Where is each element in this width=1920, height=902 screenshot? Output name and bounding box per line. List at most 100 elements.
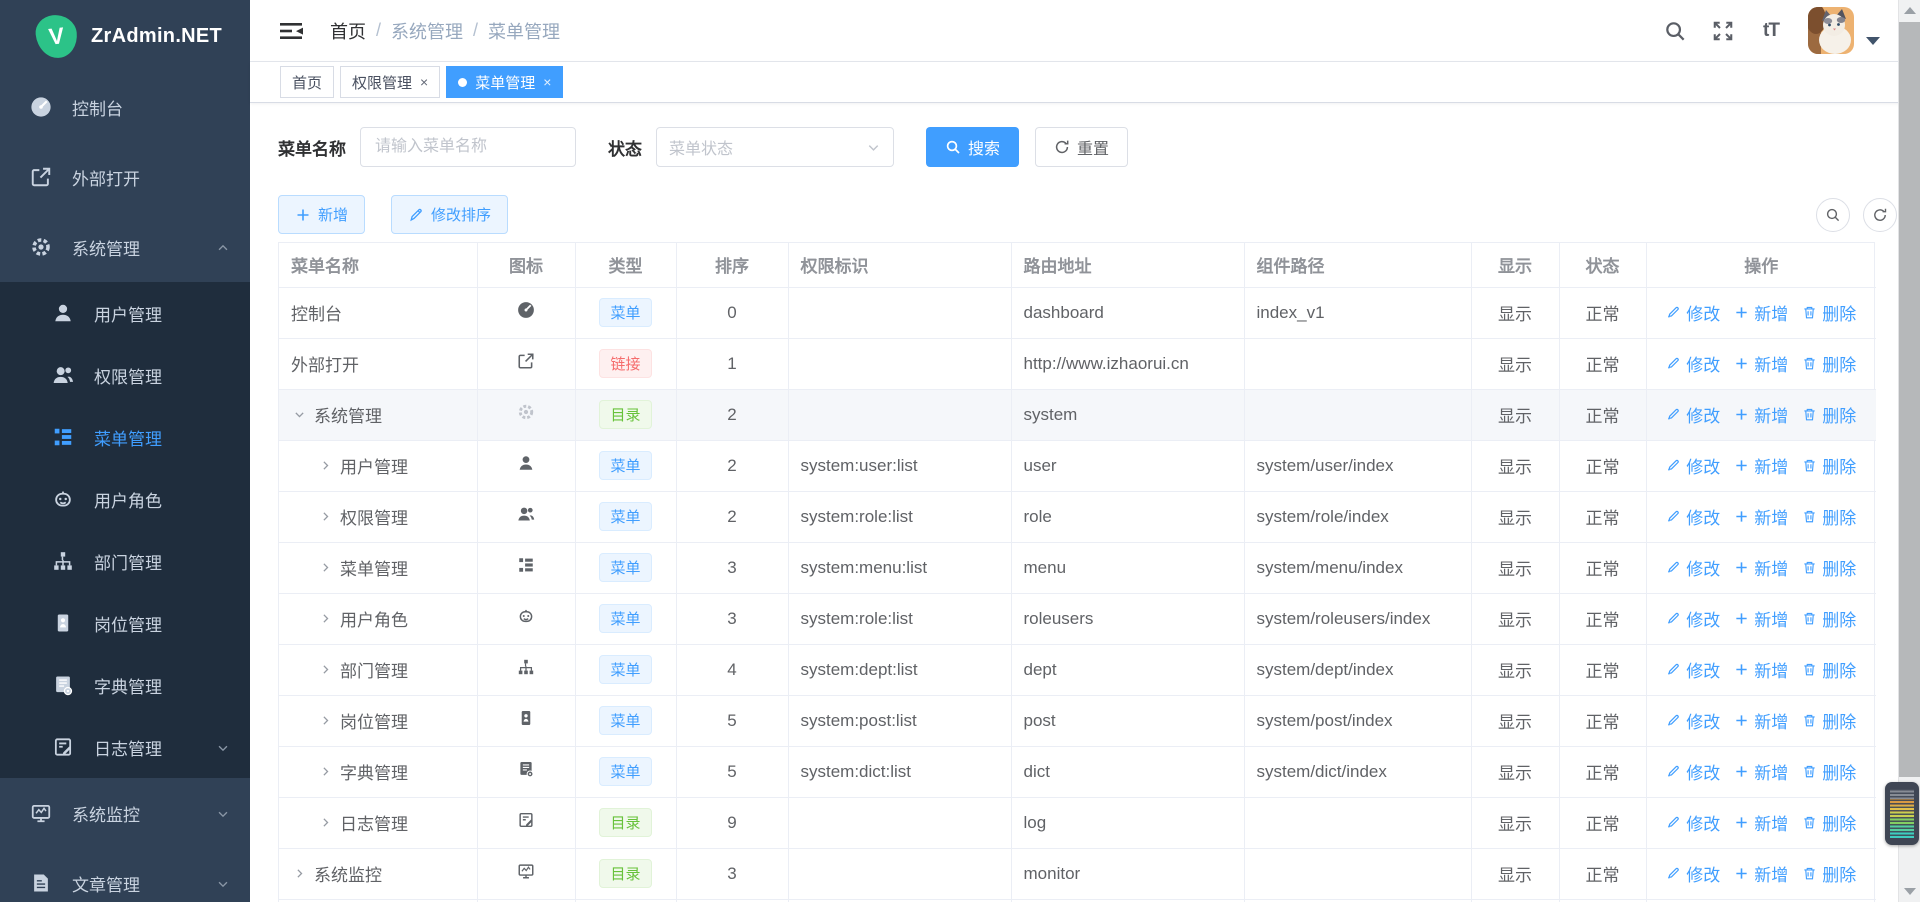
delete-link[interactable]: 删除: [1802, 300, 1856, 325]
scroll-down-arrow-icon[interactable]: [1899, 888, 1920, 895]
pencil-icon: [1666, 764, 1681, 779]
edit-link[interactable]: 修改: [1666, 555, 1720, 580]
scroll-up-arrow-icon[interactable]: [1899, 7, 1920, 14]
add-link[interactable]: 新增: [1734, 861, 1788, 886]
menu-type-cell: 目录: [575, 848, 676, 899]
fullscreen-icon[interactable]: [1712, 20, 1734, 42]
refresh-table-button[interactable]: [1863, 198, 1897, 232]
delete-link[interactable]: 删除: [1802, 453, 1856, 478]
chevron-down-icon: [291, 406, 308, 423]
search-button[interactable]: 搜索: [926, 127, 1019, 167]
type-tag: 菜单: [599, 655, 651, 684]
edit-link[interactable]: 修改: [1666, 402, 1720, 427]
edit-link[interactable]: 修改: [1666, 861, 1720, 886]
badge-icon: [52, 612, 74, 634]
sidebar-item-user[interactable]: 用户管理: [0, 282, 250, 344]
menu-name-label: 菜单名称: [278, 135, 346, 160]
sidebar-item-dashboard[interactable]: 控制台: [0, 72, 250, 142]
scrollbar-thumb[interactable]: [1899, 22, 1920, 777]
edit-link[interactable]: 修改: [1666, 453, 1720, 478]
add-link[interactable]: 新增: [1734, 351, 1788, 376]
plus-icon: [1734, 458, 1749, 473]
edit-link[interactable]: 修改: [1666, 708, 1720, 733]
sort-cell: 1: [676, 338, 788, 389]
scrollbar-marker: [1885, 782, 1919, 845]
close-icon[interactable]: ×: [420, 75, 428, 89]
sidebar-item-article[interactable]: 文章管理: [0, 848, 250, 902]
sidebar-collapse-button[interactable]: [280, 21, 304, 41]
user-menu[interactable]: [1808, 7, 1880, 54]
browser-scrollbar[interactable]: [1898, 0, 1920, 902]
delete-link[interactable]: 删除: [1802, 555, 1856, 580]
toggle-search-button[interactable]: [1816, 198, 1850, 232]
trash-icon: [1802, 713, 1817, 728]
delete-link[interactable]: 删除: [1802, 657, 1856, 682]
delete-link[interactable]: 删除: [1802, 759, 1856, 784]
trash-icon: [1802, 407, 1817, 422]
add-link[interactable]: 新增: [1734, 657, 1788, 682]
add-link[interactable]: 新增: [1734, 759, 1788, 784]
delete-link[interactable]: 删除: [1802, 504, 1856, 529]
delete-link[interactable]: 删除: [1802, 861, 1856, 886]
add-link[interactable]: 新增: [1734, 504, 1788, 529]
edit-link[interactable]: 修改: [1666, 759, 1720, 784]
avatar[interactable]: [1808, 7, 1854, 54]
route-cell: role: [1011, 491, 1244, 542]
sidebar-item-gear[interactable]: 系统管理: [0, 212, 250, 282]
delete-link[interactable]: 删除: [1802, 351, 1856, 376]
delete-link[interactable]: 删除: [1802, 402, 1856, 427]
pencil-icon: [1666, 866, 1681, 881]
sidebar-item-org-tree[interactable]: 部门管理: [0, 530, 250, 592]
sidebar-item-monitor[interactable]: 系统监控: [0, 778, 250, 848]
sidebar-item-log[interactable]: 日志管理: [0, 716, 250, 778]
edit-link[interactable]: 修改: [1666, 606, 1720, 631]
menu-status-select[interactable]: 菜单状态: [656, 127, 894, 167]
sidebar-item-badge[interactable]: 岗位管理: [0, 592, 250, 654]
menu-icon-cell: [477, 848, 575, 899]
tab-权限管理[interactable]: 权限管理×: [340, 66, 440, 98]
sidebar-item-menu-tree[interactable]: 菜单管理: [0, 406, 250, 468]
menu-name-input[interactable]: [360, 127, 576, 167]
delete-link-label: 删除: [1822, 810, 1856, 835]
delete-link[interactable]: 删除: [1802, 810, 1856, 835]
route-cell: roleusers: [1011, 593, 1244, 644]
add-link[interactable]: 新增: [1734, 453, 1788, 478]
sidebar-item-users[interactable]: 权限管理: [0, 344, 250, 406]
dashboard-icon: [30, 96, 52, 118]
delete-link[interactable]: 删除: [1802, 708, 1856, 733]
add-button[interactable]: 新增: [278, 195, 365, 234]
edit-link[interactable]: 修改: [1666, 300, 1720, 325]
edit-link[interactable]: 修改: [1666, 351, 1720, 376]
edit-link[interactable]: 修改: [1666, 810, 1720, 835]
add-link[interactable]: 新增: [1734, 300, 1788, 325]
delete-link-label: 删除: [1822, 657, 1856, 682]
edit-link[interactable]: 修改: [1666, 657, 1720, 682]
visible-cell: 显示: [1471, 746, 1559, 797]
sidebar-item-book[interactable]: 字典管理: [0, 654, 250, 716]
breadcrumb-item[interactable]: 首页: [330, 18, 366, 44]
sort-cell: 2: [676, 440, 788, 491]
font-size-icon[interactable]: tT: [1760, 20, 1782, 42]
trash-icon: [1802, 509, 1817, 524]
tab-首页[interactable]: 首页: [280, 66, 334, 98]
search-icon[interactable]: [1664, 20, 1686, 42]
sidebar-item-external-link[interactable]: 外部打开: [0, 142, 250, 212]
delete-link[interactable]: 删除: [1802, 606, 1856, 631]
menu-tree-icon: [52, 426, 74, 448]
tabs-bar: 首页权限管理×菜单管理×: [250, 62, 1920, 103]
add-link[interactable]: 新增: [1734, 708, 1788, 733]
tab-菜单管理[interactable]: 菜单管理×: [446, 66, 563, 98]
add-link[interactable]: 新增: [1734, 402, 1788, 427]
add-link[interactable]: 新增: [1734, 555, 1788, 580]
reset-button[interactable]: 重置: [1035, 127, 1128, 167]
app-logo[interactable]: V ZrAdmin.NET: [0, 0, 250, 72]
close-icon[interactable]: ×: [543, 75, 551, 89]
add-link[interactable]: 新增: [1734, 810, 1788, 835]
log-icon: [52, 736, 74, 758]
edit-sort-button[interactable]: 修改排序: [391, 195, 508, 234]
sidebar-item-robot[interactable]: 用户角色: [0, 468, 250, 530]
delete-link-label: 删除: [1822, 759, 1856, 784]
edit-link[interactable]: 修改: [1666, 504, 1720, 529]
add-link[interactable]: 新增: [1734, 606, 1788, 631]
user-menu-caret-icon[interactable]: [1866, 37, 1880, 45]
